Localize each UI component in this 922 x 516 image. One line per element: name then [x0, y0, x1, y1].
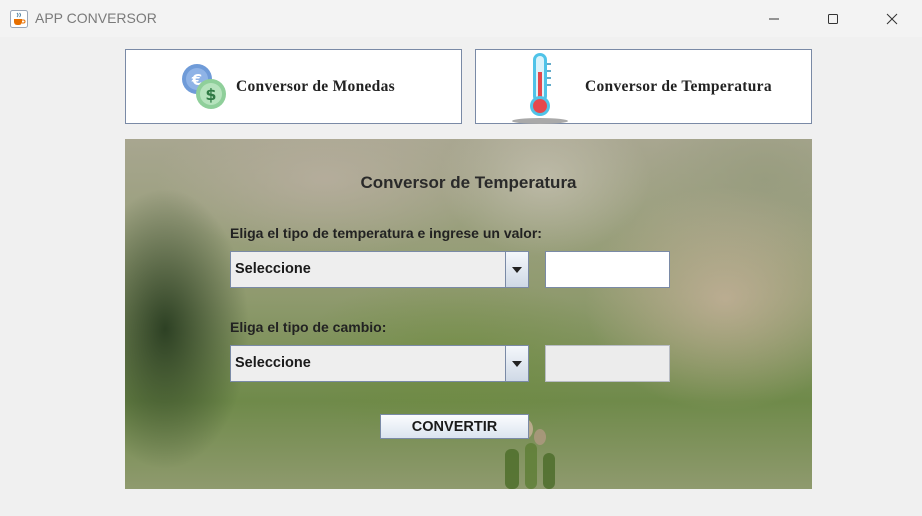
chevron-down-icon — [512, 360, 522, 367]
currency-converter-button[interactable]: € $ Conversor de Monedas — [125, 49, 462, 124]
window-title: APP CONVERSOR — [35, 10, 157, 26]
thermometer-icon — [512, 53, 568, 124]
from-temperature-select[interactable]: Seleccione — [230, 251, 529, 288]
temperature-converter-button[interactable]: Conversor de Temperatura — [475, 49, 812, 124]
converter-panel: Conversor de Temperatura Eliga el tipo d… — [125, 139, 812, 489]
svg-text:$: $ — [205, 85, 216, 104]
title-bar: APP CONVERSOR — [0, 0, 922, 37]
from-temperature-select-value: Seleccione — [235, 261, 311, 277]
currency-converter-label: Conversor de Monedas — [236, 78, 395, 95]
convert-button[interactable]: CONVERTIR — [380, 414, 529, 439]
temperature-converter-label: Conversor de Temperatura — [585, 78, 772, 95]
from-temperature-dropdown-arrow[interactable] — [505, 252, 528, 287]
to-temperature-dropdown-arrow[interactable] — [505, 346, 528, 381]
panel-title: Conversor de Temperatura — [360, 173, 577, 192]
main-content: € $ Conversor de Monedas Conversor de Te… — [0, 37, 922, 516]
temperature-input[interactable] — [545, 251, 670, 288]
close-icon — [886, 13, 898, 24]
to-temperature-select-value: Seleccione — [235, 355, 311, 371]
minimize-button[interactable] — [745, 0, 803, 37]
minimize-icon — [769, 18, 779, 19]
chevron-down-icon — [512, 266, 522, 273]
input-type-label: Eliga el tipo de temperatura e ingrese u… — [230, 225, 542, 241]
to-temperature-select[interactable]: Seleccione — [230, 345, 529, 382]
close-button[interactable] — [863, 0, 921, 37]
currency-coins-icon: € $ — [182, 64, 226, 109]
maximize-icon — [828, 13, 838, 24]
maximize-button[interactable] — [804, 0, 862, 37]
output-type-label: Eliga el tipo de cambio: — [230, 319, 387, 335]
java-cup-icon — [10, 10, 28, 28]
result-output-field — [545, 345, 670, 382]
